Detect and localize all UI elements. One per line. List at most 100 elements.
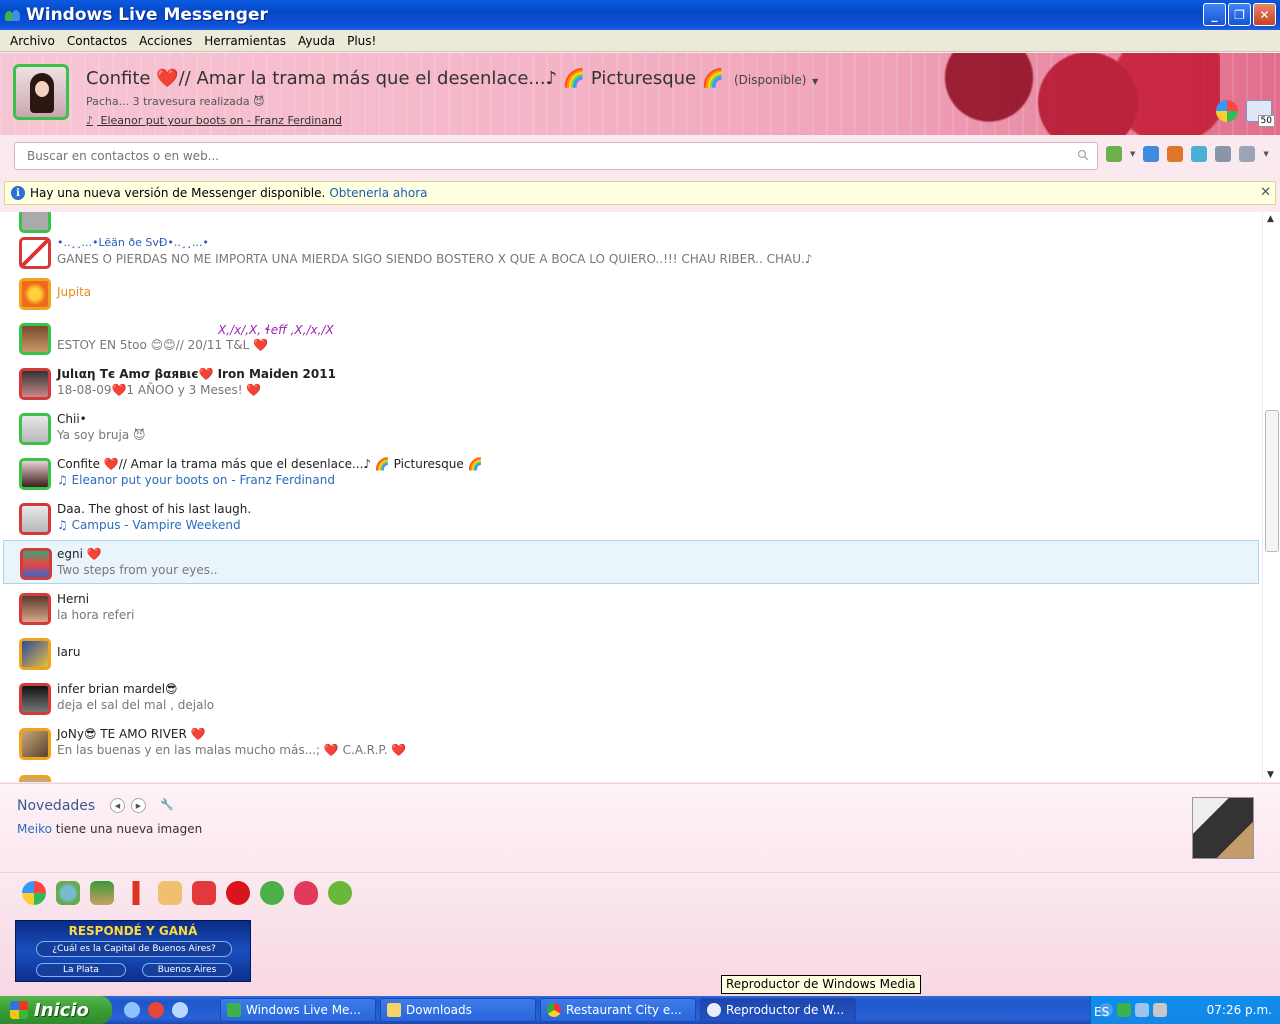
ie-icon[interactable] (124, 1002, 140, 1018)
contact-list-scrollbar[interactable]: ▲ ▼ (1262, 212, 1280, 782)
minimize-button[interactable]: _ (1203, 3, 1226, 26)
games-icon[interactable] (1167, 146, 1184, 162)
contact-avatar (19, 278, 51, 310)
task-media-player[interactable]: Reproductor de W... (700, 998, 856, 1022)
palm-tree-icon[interactable] (90, 881, 114, 905)
contact-name: Julιαη Tє Amσ βαявιє❤️ Iron Maiden 2011 (57, 367, 336, 381)
list-item[interactable]: Confite ❤️// Amar la trama más que el de… (0, 451, 1262, 495)
contacts-icon[interactable] (1143, 146, 1160, 162)
media-icon[interactable] (172, 1002, 188, 1018)
close-icon[interactable]: ✕ (1260, 185, 1271, 200)
contact-list: •..¸¸...•Lëän ðe SvÐ•..¸¸...• GANES O PI… (0, 212, 1262, 782)
app-shortcuts (22, 881, 352, 905)
start-button[interactable]: Inicio (0, 996, 112, 1024)
contact-name: Chii• (57, 412, 87, 426)
layout-icon[interactable] (1215, 146, 1232, 162)
scroll-up-arrow-icon[interactable]: ▲ (1267, 214, 1274, 224)
task-label: Windows Live Me... (246, 1003, 361, 1017)
contact-name: JoNy😎 TE AMO RIVER ❤️ (57, 727, 206, 741)
coca-cola-icon[interactable] (226, 881, 250, 905)
info-icon: i (11, 186, 25, 200)
list-item[interactable]: Jupita (0, 271, 1262, 315)
add-contact-icon[interactable] (1106, 146, 1122, 162)
menu-plus[interactable]: Plus! (341, 34, 382, 48)
search-icon[interactable] (1077, 149, 1089, 161)
list-item[interactable]: Chii• Ya soy bruja 😈 (0, 406, 1262, 450)
task-downloads[interactable]: Downloads (380, 998, 536, 1022)
whats-new-thumbnail[interactable] (1192, 797, 1254, 859)
task-messenger[interactable]: Windows Live Me... (220, 998, 376, 1022)
list-item[interactable]: Herni la hora referi (0, 586, 1262, 630)
start-label: Inicio (34, 999, 89, 1021)
user-nick[interactable]: Confite ❤️// Amar la trama más que el de… (86, 68, 818, 89)
browser-icon[interactable] (148, 1002, 164, 1018)
messenger-icon (227, 1003, 241, 1017)
contact-name: egni ❤️ (57, 547, 102, 561)
menu-acciones[interactable]: Acciones (133, 34, 198, 48)
now-playing[interactable]: ♪ Eleanor put your boots on - Franz Ferd… (86, 114, 342, 127)
list-item[interactable]: egni ❤️ Two steps from your eyes.. (3, 540, 1259, 584)
mail-icon[interactable]: 50 (1246, 100, 1275, 127)
list-item[interactable]: JoNy😎 TE AMO RIVER ❤️ En las buenas y en… (0, 721, 1262, 765)
task-restaurant-city[interactable]: Restaurant City e... (540, 998, 696, 1022)
taskbar: Inicio Windows Live Me... Downloads Rest… (0, 996, 1280, 1024)
next-icon[interactable]: ▶ (131, 798, 146, 813)
list-item[interactable]: infer brian mardel😎 deja el sal del mal … (0, 676, 1262, 720)
contact-name: Jupita (57, 285, 92, 299)
advertisement-banner[interactable]: RESPONDÉ Y GANÁ ¿Cuál es la Capital de B… (15, 920, 251, 982)
maximize-button[interactable]: ❐ (1228, 3, 1251, 26)
taskbar-tooltip: Reproductor de Windows Media (721, 975, 921, 994)
list-item[interactable]: •..¸¸...•Lëän ðe SvÐ•..¸¸...• GANES O PI… (0, 230, 1262, 274)
list-item[interactable]: X,/x/,X, ɬeff ,X,/x,/X ESTOY EN 5too 😊😊/… (0, 316, 1262, 360)
chevron-down-icon[interactable]: ▼ (1130, 150, 1135, 158)
menu-ayuda[interactable]: Ayuda (292, 34, 341, 48)
shopping-icon[interactable] (158, 881, 182, 905)
ad-answer-2[interactable]: Buenos Aires (142, 963, 232, 977)
personal-message[interactable]: Pacha... 3 travesura realizada 😈 (86, 95, 265, 108)
list-item[interactable]: Julιαη Tє Amσ βαявιє❤️ Iron Maiden 2011 … (0, 361, 1262, 405)
network-icon[interactable] (1117, 1003, 1131, 1017)
contact-avatar (19, 638, 51, 670)
chevron-down-icon[interactable]: ▼ (1263, 150, 1268, 158)
scroll-down-arrow-icon[interactable]: ▼ (1267, 770, 1274, 780)
menu-archivo[interactable]: Archivo (4, 34, 61, 48)
system-tray: 07:26 p.m. (1090, 996, 1280, 1024)
bottle-icon[interactable] (124, 881, 148, 905)
windows-flag-icon (10, 1001, 28, 1019)
menu-herramientas[interactable]: Herramientas (198, 34, 292, 48)
people-icon[interactable] (56, 881, 80, 905)
activities-icon[interactable] (1191, 146, 1208, 162)
language-indicator[interactable]: ES (1094, 1005, 1109, 1019)
previous-icon[interactable]: ◀ (110, 798, 125, 813)
bottom-panel: RESPONDÉ Y GANÁ ¿Cuál es la Capital de B… (0, 872, 1280, 996)
whats-new-contact-link[interactable]: Meiko (17, 822, 52, 836)
contact-name: X,/x/,X, ɬeff ,X,/x,/X (218, 323, 334, 337)
list-item[interactable]: Daa. The ghost of his last laugh. ♫ Camp… (0, 496, 1262, 540)
frog-icon[interactable] (328, 881, 352, 905)
antivirus-icon[interactable] (1153, 1003, 1167, 1017)
close-button[interactable]: ✕ (1253, 3, 1276, 26)
heart-icon[interactable] (294, 881, 318, 905)
list-item[interactable]: Iaru (0, 631, 1262, 675)
msn-butterfly-icon[interactable] (1216, 100, 1238, 122)
contact-message: deja el sal del mal , dejalo (57, 698, 215, 712)
options-icon[interactable] (1239, 146, 1256, 162)
contact-avatar (19, 237, 51, 269)
title-bar: Windows Live Messenger _ ❐ ✕ (0, 0, 1280, 30)
bag-icon[interactable] (192, 881, 216, 905)
search-input[interactable] (15, 143, 1097, 169)
scrollbar-thumb[interactable] (1265, 410, 1279, 552)
menu-contactos[interactable]: Contactos (61, 34, 133, 48)
wrench-icon[interactable]: 🔧 (160, 798, 174, 811)
list-item[interactable] (0, 768, 1262, 782)
msn-butterfly-icon[interactable] (22, 881, 46, 905)
status-selector[interactable]: (Disponible) (734, 73, 806, 87)
ad-question[interactable]: ¿Cuál es la Capital de Buenos Aires? (36, 941, 232, 957)
chevron-down-icon[interactable]: ▼ (812, 77, 818, 86)
update-link[interactable]: Obtenerla ahora (329, 186, 427, 200)
contact-message: ESTOY EN 5too 😊😊// 20/11 T&L ❤️ (57, 338, 269, 352)
user-avatar[interactable] (13, 64, 69, 120)
ad-answer-1[interactable]: La Plata (36, 963, 126, 977)
sms-icon[interactable] (260, 881, 284, 905)
tray-app-icon[interactable] (1135, 1003, 1149, 1017)
